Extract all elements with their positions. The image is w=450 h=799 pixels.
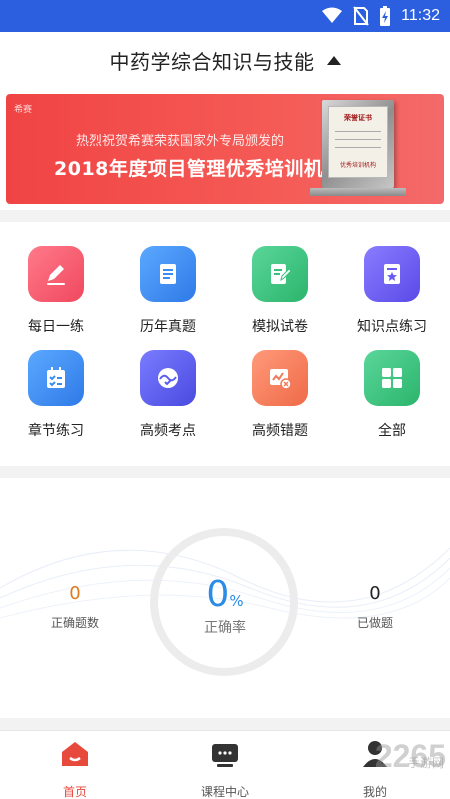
correct-count-value: 0 xyxy=(69,583,81,604)
star-doc-icon xyxy=(364,246,420,302)
grid-item-past-exams[interactable]: 历年真题 xyxy=(112,246,224,336)
grid-label: 章节练习 xyxy=(28,423,84,439)
banner-section: 希赛 热烈祝贺希赛荣获国家外专局颁发的 2018年度项目管理优秀培训机构 荣誉证… xyxy=(0,88,450,210)
stats-panel: 0 正确题数 0% 正确率 0 已做题 xyxy=(0,478,450,718)
document-icon xyxy=(140,246,196,302)
edit-doc-icon xyxy=(252,246,308,302)
pencil-icon xyxy=(28,246,84,302)
plaque-footer: 优秀培训机构 xyxy=(339,162,376,169)
grid-item-knowledge-practice[interactable]: 知识点练习 xyxy=(336,246,448,336)
home-icon xyxy=(62,742,88,766)
status-time: 11:32 xyxy=(401,7,440,24)
battery-charging-icon xyxy=(380,6,391,26)
nav-label-course-center: 课程中心 xyxy=(200,785,249,799)
banner-headline: 2018年度项目管理优秀培训机构 xyxy=(54,158,343,180)
grid-label: 知识点练习 xyxy=(357,319,427,335)
wave-check-icon xyxy=(140,350,196,406)
wifi-icon xyxy=(322,7,343,23)
grid-label: 每日一练 xyxy=(28,319,84,335)
done-count-value: 0 xyxy=(369,583,381,604)
nav-label-home: 首页 xyxy=(62,785,87,799)
promo-banner[interactable]: 希赛 热烈祝贺希赛荣获国家外专局颁发的 2018年度项目管理优秀培训机构 荣誉证… xyxy=(6,94,444,204)
nav-home[interactable]: 首页 xyxy=(0,739,150,799)
checklist-icon xyxy=(28,350,84,406)
grid-item-chapter-practice[interactable]: 章节练习 xyxy=(0,350,112,440)
stat-correct-count: 0 正确题数 xyxy=(35,583,115,631)
plaque-title: 荣誉证书 xyxy=(344,114,372,122)
accuracy-unit: % xyxy=(229,592,244,610)
nav-course-center[interactable]: 课程中心 xyxy=(150,739,300,799)
grid-item-daily-practice[interactable]: 每日一练 xyxy=(0,246,112,336)
chart-error-icon xyxy=(252,350,308,406)
page-title: 中药学综合知识与技能 xyxy=(109,49,315,74)
status-icons: 11:32 xyxy=(321,0,440,32)
accuracy-label: 正确率 xyxy=(204,620,246,636)
accuracy-value: 0 xyxy=(206,574,230,615)
feature-grid: 每日一练 历年真题 模拟试卷 知识点练习 章节练习 高频考点 高频错题 全部 xyxy=(0,222,450,466)
grid-item-mock-exam[interactable]: 模拟试卷 xyxy=(224,246,336,336)
caret-up-icon xyxy=(326,55,341,65)
stat-done-count: 0 已做题 xyxy=(335,583,415,631)
grid-item-hot-mistakes[interactable]: 高频错题 xyxy=(224,350,336,440)
header-subject-selector[interactable]: 中药学综合知识与技能 xyxy=(0,32,450,88)
nav-label-mine: 我的 xyxy=(362,785,387,799)
done-count-label: 已做题 xyxy=(356,616,393,630)
grid-label: 高频考点 xyxy=(140,423,196,439)
stat-accuracy: 0% 正确率 xyxy=(165,574,285,637)
status-bar: 11:32 xyxy=(0,0,450,32)
no-sim-icon xyxy=(353,6,369,26)
plaque-base xyxy=(310,188,406,196)
grid-label: 高频错题 xyxy=(252,423,308,439)
grid-label: 模拟试卷 xyxy=(252,319,308,335)
grid-icon xyxy=(364,350,420,406)
watermark-sub: 手游网 xyxy=(407,756,444,770)
award-plaque-image: 荣誉证书 优秀培训机构 xyxy=(322,100,394,188)
grid-item-all[interactable]: 全部 xyxy=(336,350,448,440)
correct-count-label: 正确题数 xyxy=(50,616,99,630)
banner-brand: 希赛 xyxy=(14,105,33,115)
banner-subtitle: 热烈祝贺希赛荣获国家外专局颁发的 xyxy=(76,134,285,149)
grid-label: 全部 xyxy=(378,423,406,439)
course-icon xyxy=(212,744,238,767)
grid-label: 历年真题 xyxy=(140,319,196,335)
grid-item-hot-topics[interactable]: 高频考点 xyxy=(112,350,224,440)
